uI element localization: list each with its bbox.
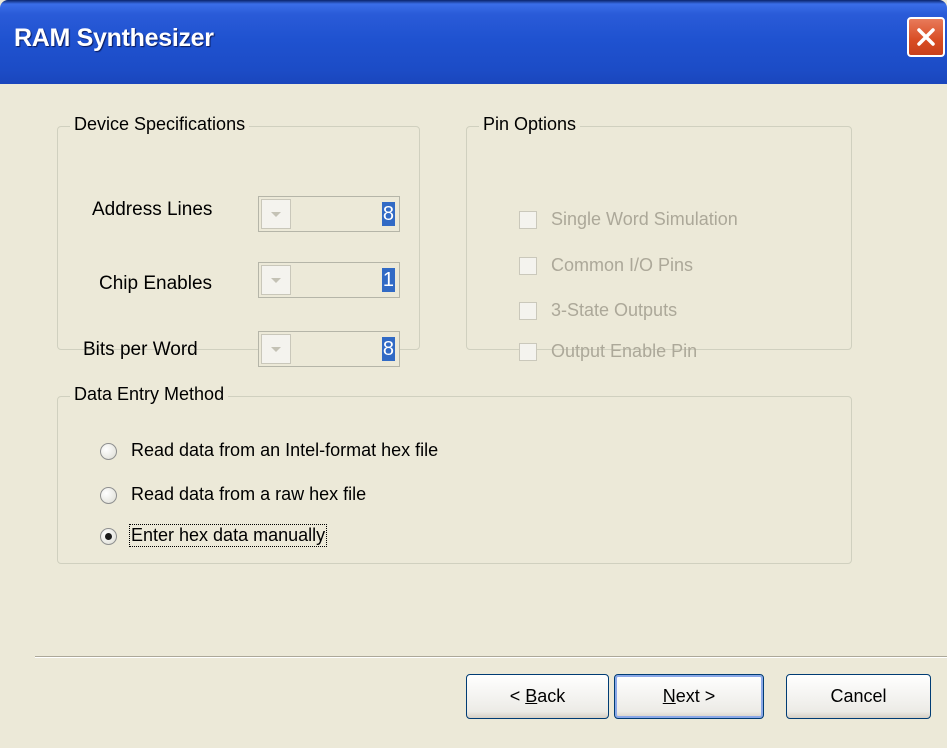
device-specifications-legend: Device Specifications bbox=[70, 114, 250, 135]
address-lines-value: 8 bbox=[381, 202, 395, 226]
data-entry-method-legend: Data Entry Method bbox=[70, 384, 229, 405]
next-label-rest: ext > bbox=[675, 686, 716, 706]
back-mnemonic: B bbox=[525, 686, 538, 706]
radio-button[interactable] bbox=[100, 487, 117, 504]
chevron-down-icon[interactable] bbox=[261, 334, 291, 364]
address-lines-label: Address Lines bbox=[92, 199, 213, 220]
next-button[interactable]: Next > bbox=[614, 674, 764, 719]
cancel-label: Cancel bbox=[830, 686, 887, 706]
close-button[interactable] bbox=[907, 17, 945, 57]
next-mnemonic: N bbox=[662, 686, 676, 706]
radio-button[interactable] bbox=[100, 443, 117, 460]
bits-per-word-label: Bits per Word bbox=[83, 339, 198, 360]
pin-options-legend: Pin Options bbox=[479, 114, 581, 135]
chevron-down-icon[interactable] bbox=[261, 199, 291, 229]
bits-per-word-select[interactable]: 8 bbox=[258, 331, 400, 367]
address-lines-select[interactable]: 8 bbox=[258, 196, 400, 232]
intel-hex-label: Read data from an Intel-format hex file bbox=[131, 440, 439, 460]
common-io-pins-label: Common I/O Pins bbox=[551, 255, 694, 275]
device-specifications-group: Device Specifications Address Lines 8 Ch… bbox=[57, 114, 420, 367]
chevron-down-icon[interactable] bbox=[261, 265, 291, 295]
pin-options-group: Pin Options Single Word Simulation Commo… bbox=[466, 114, 852, 361]
bits-per-word-value: 8 bbox=[381, 337, 395, 361]
checkbox-box[interactable] bbox=[519, 211, 537, 229]
divider bbox=[35, 656, 947, 658]
window-title: RAM Synthesizer bbox=[14, 24, 214, 52]
close-icon bbox=[917, 28, 935, 46]
data-entry-method-group: Data Entry Method Read data from an Inte… bbox=[57, 384, 852, 564]
manual-hex-label: Enter hex data manually bbox=[128, 524, 328, 547]
single-word-simulation-label: Single Word Simulation bbox=[551, 209, 738, 229]
back-button[interactable]: < Back bbox=[466, 674, 609, 719]
radio-button-selected[interactable] bbox=[100, 528, 117, 545]
chip-enables-value: 1 bbox=[381, 268, 395, 292]
checkbox-box[interactable] bbox=[519, 257, 537, 275]
three-state-outputs-label: 3-State Outputs bbox=[551, 300, 678, 320]
checkbox-box[interactable] bbox=[519, 343, 537, 361]
title-bar[interactable]: RAM Synthesizer bbox=[0, 0, 947, 84]
output-enable-pin-label: Output Enable Pin bbox=[551, 341, 698, 361]
checkbox-box[interactable] bbox=[519, 302, 537, 320]
chip-enables-select[interactable]: 1 bbox=[258, 262, 400, 298]
back-label-prefix: < bbox=[509, 686, 526, 706]
dialog-body: Device Specifications Address Lines 8 Ch… bbox=[0, 84, 947, 748]
cancel-button[interactable]: Cancel bbox=[786, 674, 931, 719]
chip-enables-label: Chip Enables bbox=[99, 273, 213, 294]
raw-hex-label: Read data from a raw hex file bbox=[131, 484, 367, 504]
back-label-rest: ack bbox=[537, 686, 566, 706]
